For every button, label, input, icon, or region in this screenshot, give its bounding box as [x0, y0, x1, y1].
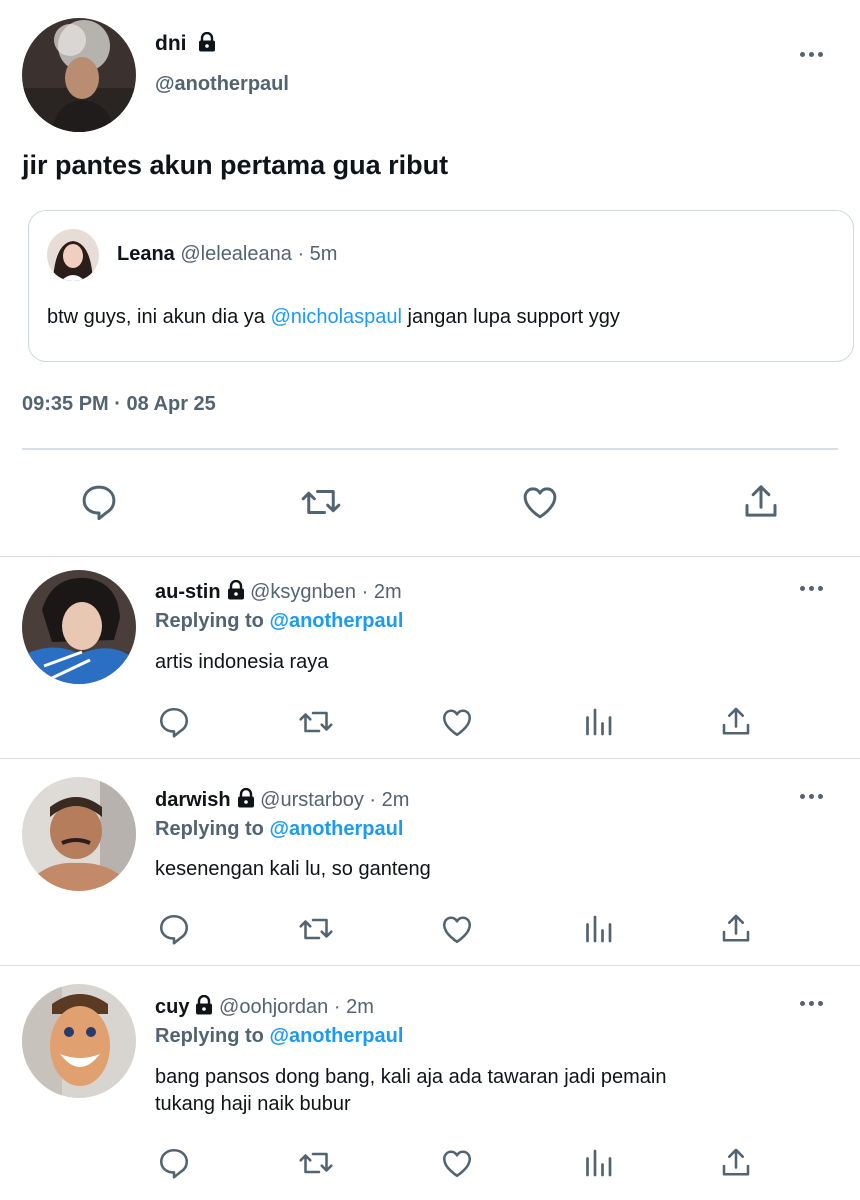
lock-icon: [237, 787, 255, 814]
share-icon[interactable]: [718, 1145, 754, 1181]
retweet-icon[interactable]: [296, 704, 336, 740]
like-icon[interactable]: [518, 481, 562, 523]
display-name[interactable]: dni: [155, 32, 187, 55]
mention-link[interactable]: @anotherpaul: [269, 818, 403, 840]
handle[interactable]: @lelealeana: [180, 243, 292, 265]
share-icon[interactable]: [740, 481, 782, 523]
time: · 2m: [361, 581, 402, 603]
views-icon[interactable]: [580, 911, 616, 947]
share-icon[interactable]: [718, 704, 754, 740]
reply-icon[interactable]: [78, 481, 120, 523]
more-icon[interactable]: [800, 1001, 823, 1006]
replying-to: Replying to @anotherpaul: [155, 610, 403, 633]
mention-link[interactable]: @anotherpaul: [269, 610, 403, 632]
display-name[interactable]: cuy: [155, 996, 189, 1018]
tweet-text: artis indonesia raya: [155, 651, 329, 673]
like-icon[interactable]: [438, 704, 476, 740]
mention-link[interactable]: @nicholaspaul: [270, 306, 402, 328]
divider: [22, 448, 838, 450]
divider: [0, 758, 860, 759]
retweet-icon[interactable]: [296, 1145, 336, 1181]
time: · 5m: [297, 243, 338, 265]
tweet-text-line2: tukang haji naik bubur: [155, 1093, 351, 1115]
display-name[interactable]: Leana: [117, 243, 175, 265]
avatar[interactable]: [22, 777, 136, 891]
tweet-text: bang pansos dong bang, kali aja ada tawa…: [155, 1066, 667, 1088]
quote-tweet-card[interactable]: Leana @lelealeana · 5m btw guys, ini aku…: [28, 210, 854, 362]
handle[interactable]: @ksygnben: [250, 581, 356, 603]
more-icon[interactable]: [800, 52, 823, 57]
display-name[interactable]: darwish: [155, 789, 231, 811]
lock-icon: [198, 31, 216, 58]
tweet-text: kesenengan kali lu, so ganteng: [155, 858, 431, 880]
quote-text-part: btw guys, ini akun dia ya: [47, 306, 271, 328]
like-icon[interactable]: [438, 911, 476, 947]
reply-icon[interactable]: [156, 1145, 192, 1181]
avatar[interactable]: [22, 570, 136, 684]
more-icon[interactable]: [800, 586, 823, 591]
retweet-icon[interactable]: [296, 911, 336, 947]
quote-text: btw guys, ini akun dia ya @nicholaspaul …: [47, 306, 620, 329]
quote-text-part: jangan lupa support ygy: [401, 306, 620, 328]
share-icon[interactable]: [718, 911, 754, 947]
time: · 2m: [369, 789, 410, 811]
divider: [0, 965, 860, 966]
handle[interactable]: @urstarboy: [260, 789, 364, 811]
replying-to: Replying to @anotherpaul: [155, 818, 403, 841]
replying-label: Replying to: [155, 1025, 264, 1047]
avatar[interactable]: [22, 984, 136, 1098]
like-icon[interactable]: [438, 1145, 476, 1181]
mention-link[interactable]: @anotherpaul: [269, 1025, 403, 1047]
views-icon[interactable]: [580, 704, 616, 740]
display-name[interactable]: au-stin: [155, 581, 221, 603]
lock-icon: [195, 994, 213, 1021]
avatar[interactable]: [22, 18, 136, 132]
replying-label: Replying to: [155, 818, 264, 840]
replying-label: Replying to: [155, 610, 264, 632]
reply-icon[interactable]: [156, 911, 192, 947]
reply-icon[interactable]: [156, 704, 192, 740]
tweet-text: jir pantes akun pertama gua ribut: [22, 150, 449, 180]
divider: [0, 556, 860, 557]
timestamp[interactable]: 09:35 PM · 08 Apr 25: [22, 393, 216, 416]
handle[interactable]: @anotherpaul: [155, 73, 289, 96]
lock-icon: [227, 579, 245, 606]
more-icon[interactable]: [800, 794, 823, 799]
time: · 2m: [333, 996, 374, 1018]
replying-to: Replying to @anotherpaul: [155, 1025, 403, 1048]
retweet-icon[interactable]: [298, 481, 344, 523]
views-icon[interactable]: [580, 1145, 616, 1181]
avatar[interactable]: [47, 229, 99, 281]
handle[interactable]: @oohjordan: [219, 996, 328, 1018]
